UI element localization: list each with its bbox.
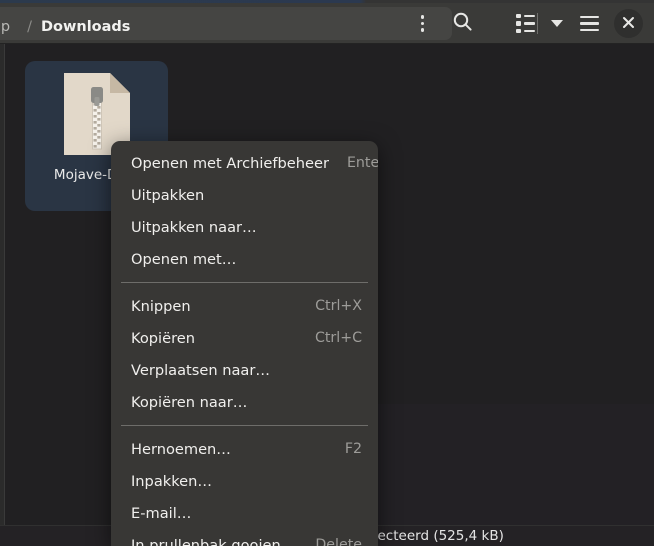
path-options-button[interactable] [407, 8, 438, 39]
menu-item-extract[interactable]: Uitpakken [111, 179, 378, 211]
breadcrumb-separator: / [27, 18, 32, 35]
close-window-button[interactable] [614, 9, 643, 38]
file-manager-window: ap / Downloads [0, 0, 654, 546]
menu-item-label: Inpakken… [131, 472, 212, 490]
breadcrumb-ancestor[interactable]: ap [0, 19, 18, 35]
menu-item-open-with[interactable]: Openen met… [111, 243, 378, 275]
view-options-button[interactable] [541, 8, 572, 39]
menu-item-accelerator: Enter [346, 155, 378, 171]
menu-item-label: Kopiëren naar… [131, 393, 248, 411]
menu-item-open-with-archive-manager[interactable]: Openen met Archiefbeheer Enter [111, 147, 378, 179]
menu-item-accelerator: F2 [344, 441, 362, 457]
vertical-dots-icon [420, 15, 425, 32]
menu-item-label: Uitpakken naar… [131, 218, 257, 236]
search-icon [452, 11, 473, 36]
menu-item-cut[interactable]: Knippen Ctrl+X [111, 290, 378, 322]
menu-item-extract-to[interactable]: Uitpakken naar… [111, 211, 378, 243]
menu-item-accelerator: Ctrl+C [314, 330, 362, 346]
breadcrumb-current[interactable]: Downloads [41, 19, 130, 35]
menu-item-label: Knippen [131, 297, 191, 315]
menu-item-label: E-mail… [131, 504, 192, 522]
path-bar[interactable]: ap / Downloads [0, 7, 452, 40]
menu-item-copy-to[interactable]: Kopiëren naar… [111, 386, 378, 418]
menu-item-label: Verplaatsen naar… [131, 361, 270, 379]
menu-item-move-to[interactable]: Verplaatsen naar… [111, 354, 378, 386]
menu-separator [121, 282, 368, 283]
breadcrumb: ap / Downloads [0, 10, 130, 43]
menu-item-label: Openen met… [131, 250, 237, 268]
menu-item-label: Hernoemen… [131, 440, 231, 458]
menu-item-email[interactable]: E-mail… [111, 497, 378, 529]
menu-item-compress[interactable]: Inpakken… [111, 465, 378, 497]
menu-item-label: Kopiëren [131, 329, 195, 347]
close-icon [622, 14, 635, 33]
menu-item-label: Openen met Archiefbeheer [131, 154, 329, 172]
search-button[interactable] [447, 8, 478, 39]
chevron-down-icon [550, 20, 563, 27]
menu-item-move-to-trash[interactable]: In prullenbak gooien Delete [111, 529, 378, 546]
list-view-icon [516, 13, 535, 34]
context-menu[interactable]: Openen met Archiefbeheer Enter Uitpakken… [111, 141, 378, 546]
menu-item-accelerator: Delete [315, 537, 362, 546]
menu-item-accelerator: Ctrl+X [315, 298, 362, 314]
menu-item-label: In prullenbak gooien [131, 536, 281, 546]
hamburger-icon [580, 15, 599, 32]
header-bar: ap / Downloads [0, 3, 654, 44]
menu-item-copy[interactable]: Kopiëren Ctrl+C [111, 322, 378, 354]
main-menu-button[interactable] [574, 8, 605, 39]
menu-item-label: Uitpakken [131, 186, 205, 204]
menu-separator [121, 425, 368, 426]
menu-item-rename[interactable]: Hernoemen… F2 [111, 433, 378, 465]
sidebar-edge [0, 44, 5, 525]
toolbar-divider [537, 13, 538, 34]
